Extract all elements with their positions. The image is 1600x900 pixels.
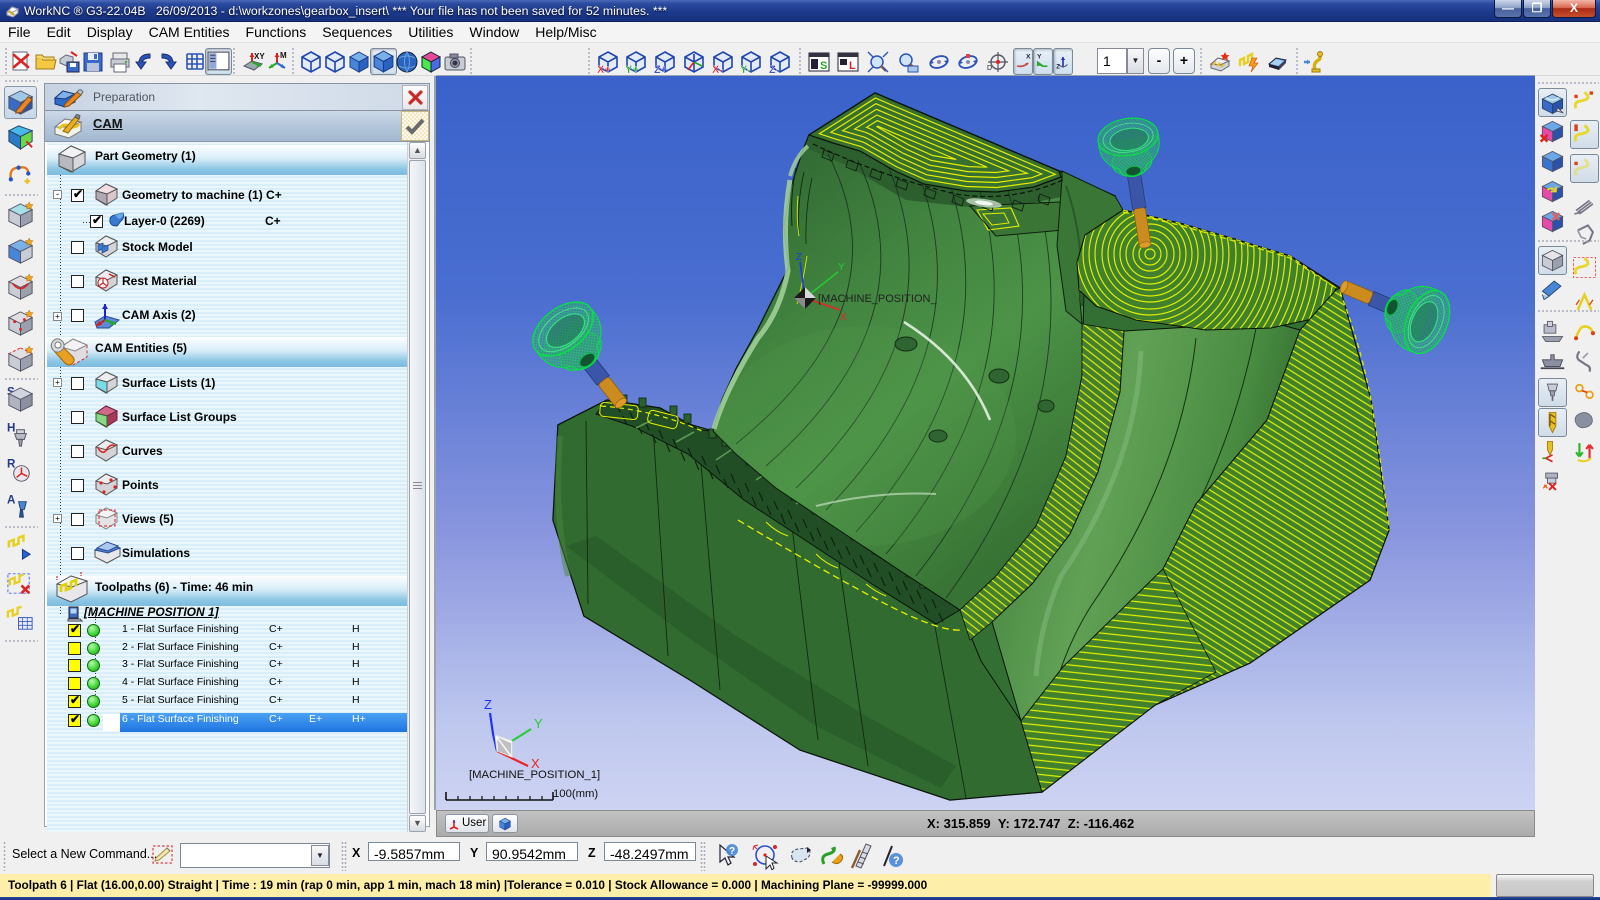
svg-text:X+: X+ [597, 64, 611, 74]
svg-text:100(mm): 100(mm) [553, 788, 598, 800]
svg-text:[MACHINE_POSITION_: [MACHINE_POSITION_ [818, 293, 937, 305]
svg-text:Z-: Z- [769, 64, 780, 74]
svg-text:Z: Z [484, 697, 492, 712]
svg-text:Y: Y [1037, 54, 1042, 61]
svg-text:X: X [840, 312, 847, 323]
svg-text:[MACHINE_POSITION_1]: [MACHINE_POSITION_1] [469, 769, 600, 781]
svg-text:Z: Z [1056, 64, 1060, 70]
svg-text:H: H [7, 422, 15, 435]
svg-text:Z: Z [796, 252, 802, 263]
svg-text:S: S [820, 60, 827, 72]
svg-text:D: D [987, 65, 992, 72]
svg-text:X-: X- [712, 64, 723, 74]
svg-text:XY: XY [254, 52, 265, 61]
svg-text:?: ? [729, 846, 735, 857]
svg-text:Y+: Y+ [625, 64, 639, 74]
svg-text:Z+: Z+ [654, 64, 667, 74]
svg-text:R: R [7, 458, 16, 471]
svg-text:Y: Y [838, 262, 845, 273]
svg-text:L: L [849, 60, 856, 72]
svg-text:A: A [7, 494, 16, 507]
svg-text:X: X [1026, 54, 1031, 61]
svg-text:Y-: Y- [740, 64, 751, 74]
svg-text:?: ? [893, 855, 900, 867]
svg-text:M: M [280, 51, 287, 60]
svg-text:Y: Y [534, 716, 543, 731]
